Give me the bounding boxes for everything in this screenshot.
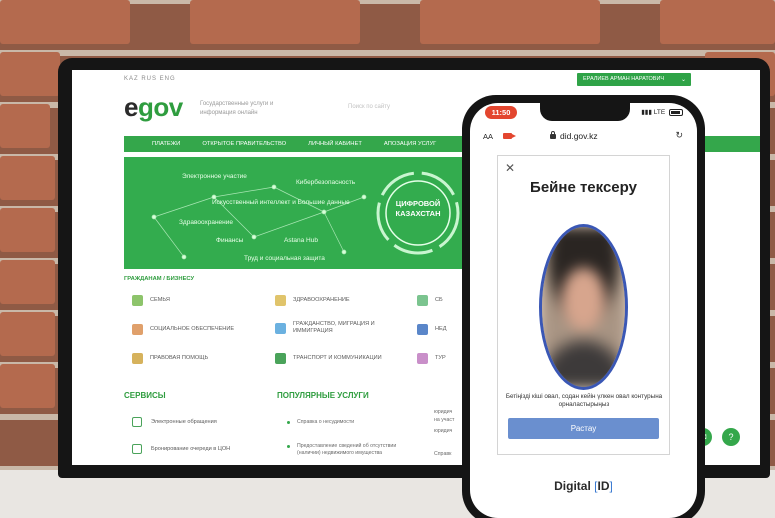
search-input[interactable]: Поиск по сайту bbox=[348, 104, 390, 110]
banner-label: Искусственный интеллект и Большие данные bbox=[212, 199, 350, 206]
category-tourism[interactable]: ТУР bbox=[417, 353, 446, 364]
banner-label: Финансы bbox=[216, 237, 244, 244]
brick bbox=[0, 0, 130, 44]
user-name: ЕРАЛИЕВ АРМАН НАРАТОВИЧ bbox=[583, 76, 665, 82]
face-oval-frame bbox=[539, 224, 628, 390]
camera-preview bbox=[542, 227, 625, 387]
brick bbox=[0, 52, 60, 96]
service-queue-booking[interactable]: Бронирование очереди в ЦОН bbox=[132, 444, 230, 454]
document-icon bbox=[132, 417, 142, 427]
calendar-icon bbox=[132, 444, 142, 454]
reload-icon[interactable]: ↻ bbox=[675, 130, 683, 141]
top-bar: KAZ RUS ENG ЕРАЛИЕВ АРМАН НАРАТОВИЧ ⌄ bbox=[72, 70, 760, 88]
menu-item-payments[interactable]: ПЛАТЕЖИ bbox=[124, 141, 191, 147]
browser-address-bar[interactable]: AA did.gov.kz ↻ bbox=[470, 127, 697, 147]
scales-icon bbox=[132, 353, 143, 364]
brick bbox=[420, 0, 600, 44]
video-verification-dialog: ✕ Бейне тексеру Бетіңізді кіші овал, сод… bbox=[497, 155, 670, 455]
popular-service-item[interactable]: Справк bbox=[434, 451, 451, 458]
chevron-down-icon: ⌄ bbox=[680, 77, 686, 83]
digital-kazakhstan-banner[interactable]: Электронное участие Кибербезопасность Ис… bbox=[124, 157, 464, 269]
egov-logo[interactable]: egov bbox=[124, 92, 183, 123]
popular-services-title: ПОПУЛЯРНЫЕ УСЛУГИ bbox=[277, 391, 369, 400]
services-title: СЕРВИСЫ bbox=[124, 391, 166, 400]
user-account-button[interactable]: ЕРАЛИЕВ АРМАН НАРАТОВИЧ ⌄ bbox=[577, 73, 691, 86]
popular-service-item[interactable]: на участ bbox=[434, 417, 454, 424]
digital-kazakhstan-title: ЦИФРОВОЙ КАЗАХСТАН bbox=[395, 199, 441, 218]
tourism-icon bbox=[417, 353, 428, 364]
signal-icon: ▮▮▮ bbox=[641, 109, 652, 116]
property-icon bbox=[417, 324, 428, 335]
status-time: 11:50 bbox=[485, 106, 517, 119]
banner-label: Astana Hub bbox=[284, 237, 318, 244]
url-text[interactable]: did.gov.kz bbox=[560, 131, 598, 141]
category-property[interactable]: НЕД bbox=[417, 324, 447, 335]
brick bbox=[190, 0, 360, 44]
brick bbox=[0, 260, 55, 304]
network-label: LTE bbox=[653, 109, 666, 116]
brick bbox=[0, 364, 55, 408]
category-family[interactable]: СЕМЬЯ bbox=[132, 295, 170, 306]
service-e-appeals[interactable]: Электронные обращения bbox=[132, 417, 217, 427]
brick bbox=[0, 156, 55, 200]
camera-icon[interactable] bbox=[503, 133, 516, 139]
phone-notch bbox=[540, 103, 630, 121]
brick bbox=[0, 104, 50, 148]
brick bbox=[0, 208, 55, 252]
banner-label: Электронное участие bbox=[182, 173, 247, 180]
tagline: Государственные услуги и информация онла… bbox=[200, 101, 274, 116]
lock-icon bbox=[550, 131, 556, 139]
health-icon bbox=[275, 295, 286, 306]
brick bbox=[0, 312, 55, 356]
family-icon bbox=[132, 295, 143, 306]
text-size-button[interactable]: AA bbox=[483, 132, 493, 141]
category-health[interactable]: ЗДРАВООХРАНЕНИЕ bbox=[275, 295, 350, 306]
digital-id-logo: Digital [ID] bbox=[554, 479, 613, 493]
citizenship-icon bbox=[275, 322, 286, 334]
truck-icon bbox=[275, 353, 286, 364]
dialog-title: Бейне тексеру bbox=[530, 179, 637, 196]
category-icon bbox=[417, 295, 428, 306]
popular-service-item[interactable]: юридич bbox=[434, 409, 452, 416]
phone-screen: 11:50 ▮▮▮ LTE AA did.gov.kz ↻ ✕ Бейне те… bbox=[470, 103, 697, 518]
close-icon[interactable]: ✕ bbox=[505, 161, 515, 175]
banner-label: Здравоохранение bbox=[179, 219, 234, 226]
popular-service-item[interactable]: Справка о несудимости bbox=[287, 419, 407, 426]
category-social[interactable]: СОЦИАЛЬНОЕ ОБЕСПЕЧЕНИЕ bbox=[132, 324, 234, 335]
category-more[interactable]: СБ bbox=[417, 295, 443, 306]
language-switcher[interactable]: KAZ RUS ENG bbox=[124, 76, 176, 82]
banner-label: Кибербезопасность bbox=[296, 179, 356, 186]
menu-item-open-government[interactable]: ОТКРЫТОЕ ПРАВИТЕЛЬСТВО bbox=[191, 141, 297, 147]
popular-service-item[interactable]: юридич bbox=[434, 428, 452, 435]
help-button[interactable]: ? bbox=[722, 428, 740, 446]
menu-item-personal-account[interactable]: ЛИЧНЫЙ КАБИНЕТ bbox=[297, 141, 373, 147]
instruction-text: Бетіңізді кіші овал, содан кейін үлкен о… bbox=[505, 393, 663, 408]
category-citizenship[interactable]: ГРАЖДАНСТВО, МИГРАЦИЯ И ИММИГРАЦИЯ bbox=[275, 321, 403, 335]
banner-label: Труд и социальная защита bbox=[244, 255, 325, 262]
battery-icon bbox=[669, 108, 683, 116]
confirm-button[interactable]: Растау bbox=[508, 418, 659, 439]
category-legal[interactable]: ПРАВОВАЯ ПОМОЩЬ bbox=[132, 353, 208, 364]
popular-service-item[interactable]: Предоставление сведений об отсутствии (н… bbox=[287, 443, 417, 457]
citizens-business-label[interactable]: ГРАЖДАНАМ / БИЗНЕСУ bbox=[124, 276, 194, 282]
social-icon bbox=[132, 324, 143, 335]
status-indicators: ▮▮▮ LTE bbox=[641, 108, 683, 116]
menu-item-services[interactable]: АПОЗАЦИЯ УСЛУГ bbox=[373, 141, 447, 147]
category-transport[interactable]: ТРАНСПОРТ И КОММУНИКАЦИИ bbox=[275, 353, 382, 364]
brick bbox=[660, 0, 775, 44]
